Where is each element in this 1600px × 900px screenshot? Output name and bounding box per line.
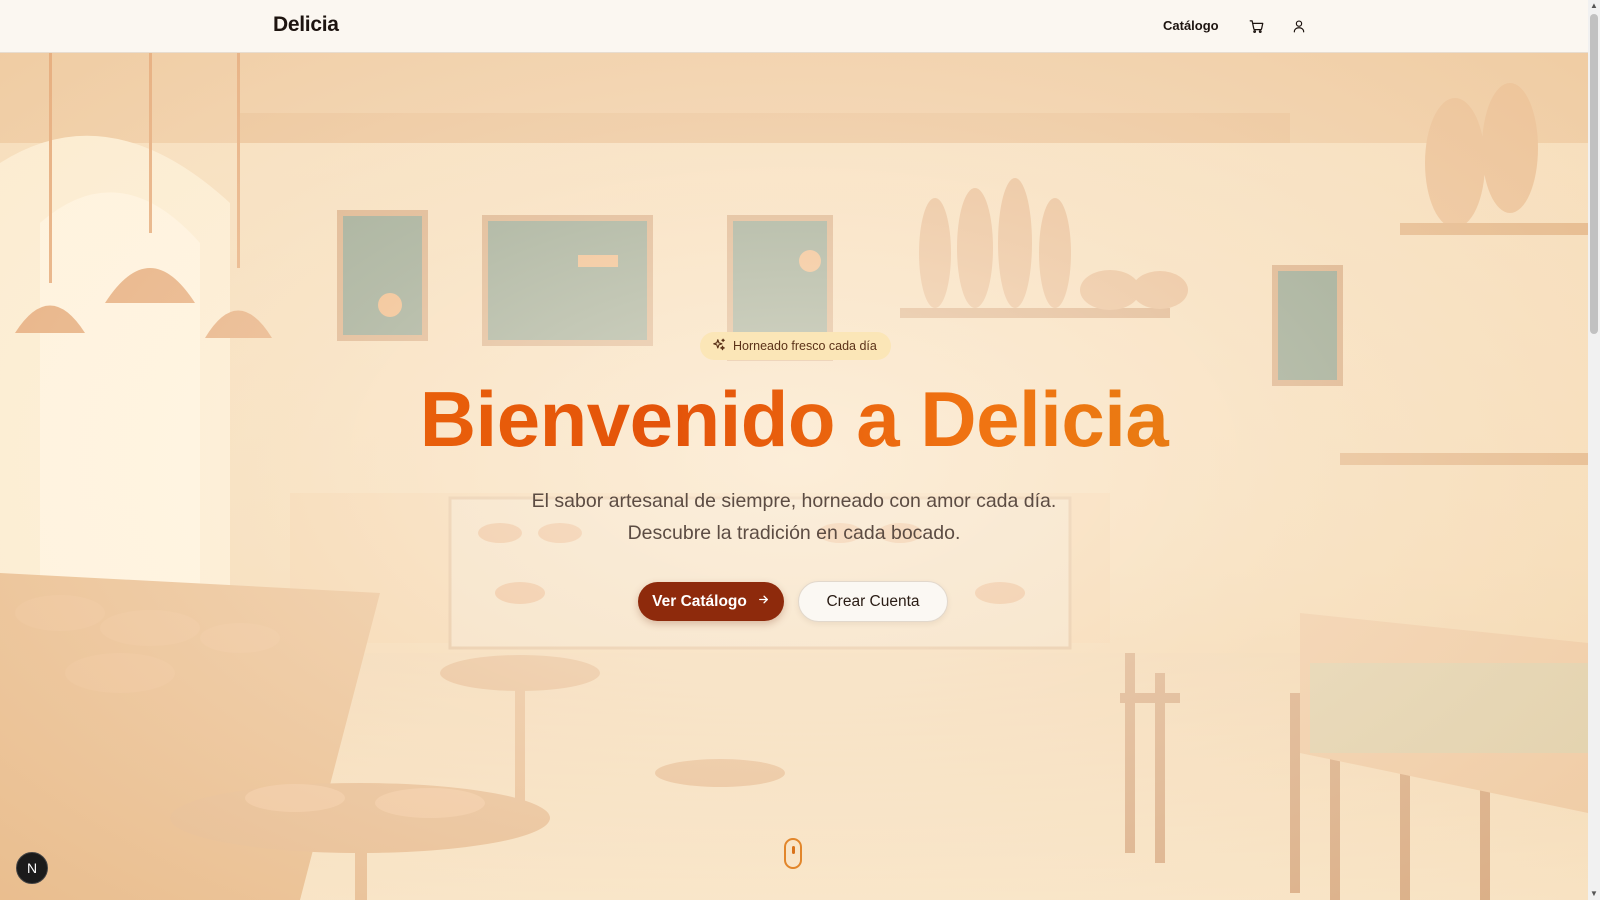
scroll-wheel [792, 846, 795, 854]
brand-logo[interactable]: Delicia [273, 13, 339, 37]
nav-link-catalogo[interactable]: Catálogo [1163, 18, 1219, 33]
fresh-daily-badge: Horneado fresco cada día [700, 332, 891, 360]
scroll-up-arrow-icon[interactable]: ▲ [1590, 2, 1598, 10]
view-catalog-button[interactable]: Ver Catálogo [638, 582, 784, 621]
hero-subtitle-line: El sabor artesanal de siempre, horneado … [531, 490, 1057, 512]
top-navbar: Delicia Catálogo [0, 0, 1588, 53]
scroll-down-indicator-icon [784, 838, 802, 869]
page-scrollbar[interactable]: ▲ ▼ [1588, 0, 1600, 900]
nextjs-dev-badge[interactable]: N [16, 852, 48, 884]
create-account-button[interactable]: Crear Cuenta [798, 581, 948, 622]
user-icon[interactable] [1289, 16, 1309, 36]
view-catalog-label: Ver Catálogo [652, 592, 747, 610]
hero-subtitle: El sabor artesanal de siempre, horneado … [0, 485, 1588, 549]
hero-title: Bienvenido a Delicia [0, 374, 1588, 465]
scroll-down-arrow-icon[interactable]: ▼ [1590, 890, 1598, 898]
hero-subtitle-line: Descubre la tradición en cada bocado. [627, 522, 961, 544]
arrow-right-icon [757, 593, 770, 611]
cart-icon[interactable] [1246, 16, 1266, 36]
scrollbar-thumb[interactable] [1590, 14, 1598, 334]
sparkles-icon [712, 338, 726, 355]
badge-label: Horneado fresco cada día [733, 339, 877, 353]
hero-overlay [0, 53, 1588, 900]
